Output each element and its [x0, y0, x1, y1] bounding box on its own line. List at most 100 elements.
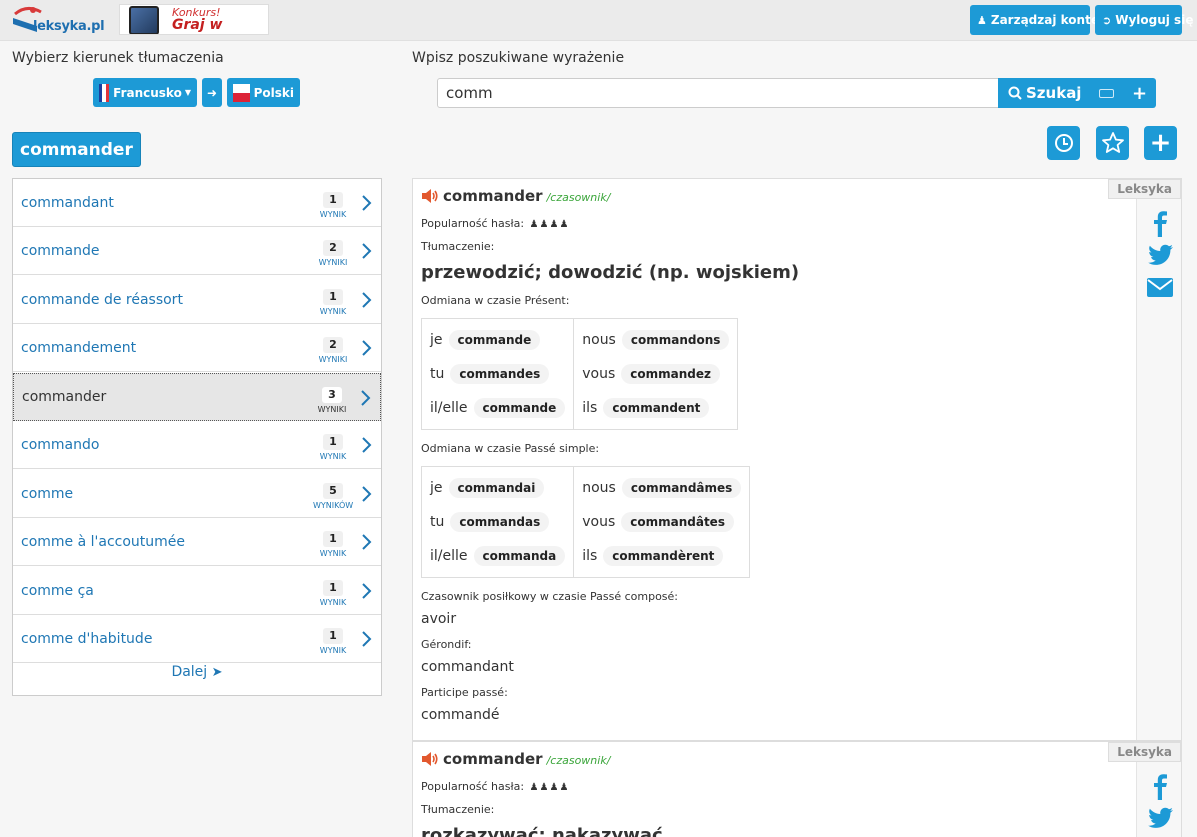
auxiliary-verb-label: Czasownik posiłkowy w czasie Passé compo…	[421, 590, 679, 603]
gerondif-label: Gérondif:	[421, 638, 472, 651]
add-entry-button[interactable]: +	[1144, 126, 1177, 160]
chevron-right-icon	[361, 390, 371, 406]
flag-france-icon	[99, 83, 110, 102]
plus-icon: +	[1149, 128, 1172, 158]
verb-form: commandâmes	[621, 478, 742, 498]
count-badge: 1	[323, 628, 343, 644]
list-item[interactable]: comme à l'accoutumée 1 WYNIK	[13, 518, 381, 566]
keyboard-button[interactable]	[1090, 78, 1123, 108]
count-badge: 2	[323, 337, 343, 353]
user-icon: ♟	[977, 13, 987, 27]
list-item[interactable]: commandant 1 WYNIK	[13, 179, 381, 227]
chevron-right-icon	[362, 195, 372, 211]
popularity-label: Popularność hasła:	[421, 217, 525, 230]
list-item[interactable]: comme d'habitude 1 WYNIK	[13, 615, 381, 663]
search-button[interactable]: Szukaj	[998, 78, 1090, 108]
arrow-circle-right-icon: ➤	[211, 665, 223, 680]
result-count: 2 WYNIKI	[313, 333, 353, 364]
facebook-icon[interactable]	[1145, 209, 1175, 237]
count-label: WYNIKI	[318, 355, 348, 364]
count-label: WYNIKÓW	[313, 501, 354, 510]
history-button[interactable]	[1047, 126, 1080, 160]
result-word: commander	[22, 389, 107, 405]
contest-banner[interactable]: Konkurs! Graj w języki	[119, 4, 269, 35]
chevron-right-icon	[362, 583, 372, 599]
logout-button[interactable]: ➲ Wyloguj się	[1095, 5, 1193, 35]
source-language-dropdown[interactable]: Francusko ▼	[93, 78, 197, 107]
facebook-icon[interactable]	[1145, 772, 1175, 800]
entry-header: commander /czasownik/	[421, 750, 610, 768]
verb-form: commandons	[621, 330, 730, 350]
singular-column: je commande tu commandes il/elle commande	[420, 318, 575, 430]
add-word-button[interactable]: +	[1123, 78, 1156, 108]
list-item-selected[interactable]: commander 3 WYNIKI	[13, 373, 381, 421]
translation-label: Tłumaczenie:	[421, 803, 495, 816]
result-count: 1 WYNIK	[313, 285, 353, 316]
result-count: 3 WYNIKI	[312, 383, 352, 414]
email-icon[interactable]	[1145, 273, 1175, 301]
tablet-image	[129, 6, 159, 34]
list-item[interactable]: commando 1 WYNIK	[13, 421, 381, 469]
manage-account-button[interactable]: ♟ Zarządzaj kontem	[970, 5, 1111, 35]
site-logo[interactable]: leksyka.pl	[11, 4, 105, 36]
chevron-right-icon	[362, 534, 372, 550]
result-count: 1 WYNIK	[313, 430, 353, 461]
translation-label: Tłumaczenie:	[421, 240, 495, 253]
result-word: commande	[21, 242, 100, 259]
search-button-label: Szukaj	[1026, 84, 1082, 102]
flag-poland-icon	[233, 83, 250, 102]
result-word: comme à l'accoutumée	[21, 533, 186, 550]
top-bar: leksyka.pl Konkurs! Graj w języki ♟ Zarz…	[0, 0, 1197, 41]
source-language-label: Francusko	[113, 85, 182, 100]
pronoun: je	[430, 332, 443, 348]
search-icon	[1008, 86, 1022, 100]
verb-form: commandai	[448, 478, 545, 498]
speaker-icon[interactable]	[421, 751, 439, 767]
popularity-row: Popularność hasła: ♟♟♟♟	[421, 217, 569, 230]
verb-form: commande	[448, 330, 541, 350]
pronoun: ils	[582, 400, 598, 416]
result-count: 2 WYNIKI	[313, 236, 353, 267]
plus-icon: +	[1131, 82, 1148, 104]
next-page-link[interactable]: Dalej ➤	[13, 664, 381, 680]
favorite-button[interactable]	[1096, 126, 1129, 160]
count-label: WYNIKI	[317, 405, 347, 414]
list-item[interactable]: commande de réassort 1 WYNIK	[13, 276, 381, 324]
verb-form: commandez	[621, 364, 720, 384]
results-list: commandant 1 WYNIK commande 2 WYNIKI comma…	[12, 178, 382, 696]
twitter-icon[interactable]	[1145, 241, 1175, 269]
search-input[interactable]	[437, 78, 999, 108]
chevron-right-icon	[362, 437, 372, 453]
translation-text: przewodzić; dowodzić (np. wojskiem)	[421, 262, 800, 283]
entry-word: commander	[443, 750, 543, 768]
pronoun: tu	[430, 366, 445, 382]
list-item[interactable]: commande 2 WYNIKI	[13, 227, 381, 275]
count-badge: 1	[323, 289, 343, 305]
chevron-right-icon	[362, 486, 372, 502]
source-badge: Leksyka	[1108, 179, 1181, 199]
present-conjugation-table: je commande tu commandes il/elle commande n…	[420, 318, 739, 430]
part-of-speech: /czasownik/	[546, 754, 611, 767]
target-language-button[interactable]: Polski	[227, 78, 300, 107]
plural-column: nous commandâmes vous commandâtes ils comma…	[573, 466, 751, 578]
list-item[interactable]: comme ça 1 WYNIK	[13, 567, 381, 615]
twitter-icon[interactable]	[1145, 804, 1175, 832]
count-badge: 1	[323, 531, 343, 547]
manage-account-label: Zarządzaj kontem	[990, 13, 1112, 27]
pronoun: il/elle	[430, 548, 468, 564]
clock-icon	[1054, 134, 1073, 152]
result-word: comme d'habitude	[21, 630, 153, 647]
list-item[interactable]: commandement 2 WYNIKI	[13, 324, 381, 372]
pronoun: ils	[582, 548, 598, 564]
pronoun: vous	[582, 514, 616, 530]
plural-column: nous commandons vous commandez ils commande…	[573, 318, 739, 430]
list-item[interactable]: comme 5 WYNIKÓW	[13, 470, 381, 518]
share-sidebar	[1136, 179, 1181, 740]
passe-simple-conjugation-table: je commandai tu commandas il/elle commanda …	[420, 466, 751, 578]
result-word: comme	[21, 485, 74, 502]
count-label: WYNIK	[319, 452, 347, 461]
count-label: WYNIK	[319, 646, 347, 655]
speaker-icon[interactable]	[421, 188, 439, 204]
swap-direction-button[interactable]: ➜	[202, 78, 222, 107]
result-count: 1 WYNIK	[313, 188, 353, 219]
